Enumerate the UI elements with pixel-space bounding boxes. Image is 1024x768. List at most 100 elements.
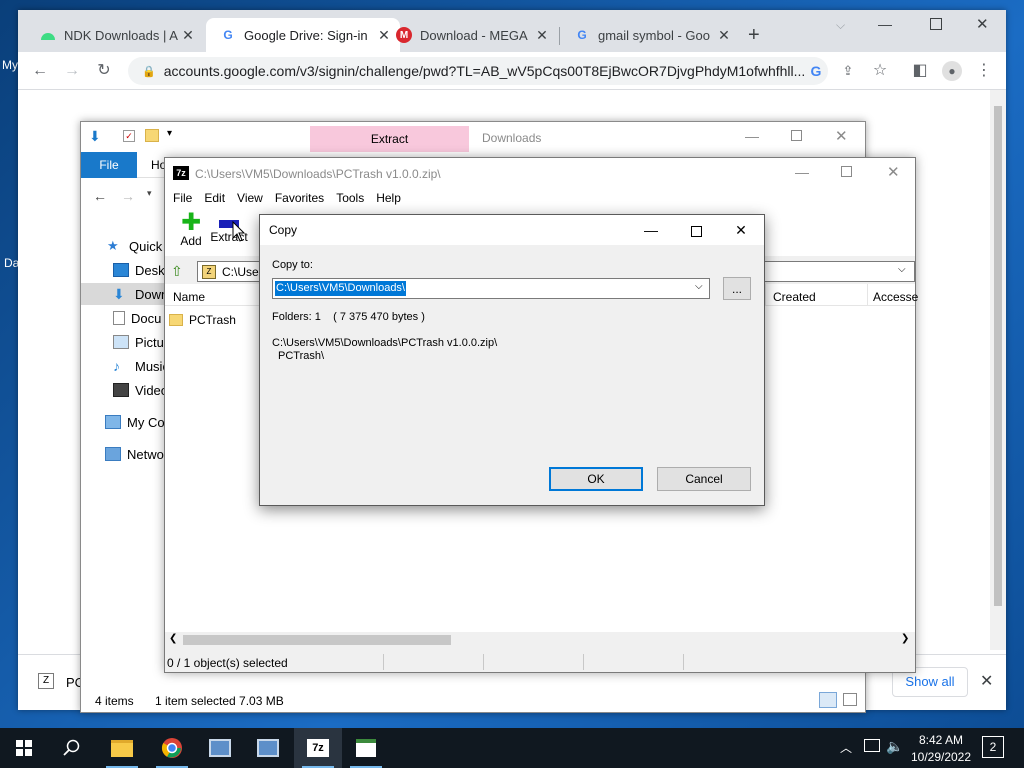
volume-icon[interactable]: 🔈 bbox=[886, 738, 903, 755]
7zip-status-bar: 0 / 1 object(s) selected bbox=[165, 652, 915, 672]
cancel-button[interactable]: Cancel bbox=[657, 467, 751, 491]
desktop-icon-label[interactable]: My bbox=[2, 58, 18, 72]
horizontal-scrollbar[interactable]: ❮ ❯ bbox=[165, 632, 915, 648]
menu-file[interactable]: File bbox=[165, 188, 198, 208]
menu-favorites[interactable]: Favorites bbox=[269, 188, 330, 208]
chevron-down-icon[interactable]: ⌵ bbox=[898, 264, 906, 275]
maximize-icon[interactable] bbox=[841, 166, 852, 177]
column-name[interactable]: Name bbox=[173, 290, 205, 304]
menu-help[interactable]: Help bbox=[370, 188, 407, 208]
google-lens-icon[interactable]: G bbox=[806, 61, 826, 81]
folder-icon[interactable] bbox=[145, 129, 159, 142]
minimize-icon[interactable]: — bbox=[628, 215, 674, 245]
taskbar-7zip[interactable]: 7z bbox=[294, 728, 342, 768]
back-icon[interactable]: ← bbox=[30, 61, 50, 81]
quick-access-dropdown-icon[interactable]: ▾ bbox=[167, 128, 172, 139]
page-scrollbar-thumb[interactable] bbox=[994, 106, 1002, 606]
menu-tools[interactable]: Tools bbox=[330, 188, 370, 208]
tab-strip: NDK Downloads | A ✕ G Google Drive: Sign… bbox=[18, 10, 1006, 52]
maximize-icon[interactable] bbox=[673, 215, 719, 245]
close-icon[interactable]: ✕ bbox=[718, 215, 764, 245]
close-window-icon[interactable]: ✕ bbox=[976, 15, 989, 33]
maximize-icon[interactable] bbox=[930, 18, 942, 30]
column-created[interactable]: Created bbox=[773, 290, 816, 304]
back-icon[interactable]: ← bbox=[93, 188, 107, 204]
menu-kebab-icon[interactable]: ⋮ bbox=[974, 61, 994, 81]
scroll-right-icon[interactable]: ❯ bbox=[901, 633, 909, 644]
close-tab-icon[interactable]: ✕ bbox=[180, 27, 196, 44]
nav-pictures[interactable]: Pictur bbox=[113, 331, 168, 353]
forward-icon[interactable]: → bbox=[62, 61, 82, 81]
nav-desktop[interactable]: Deskt bbox=[113, 259, 168, 281]
search-button[interactable] bbox=[48, 728, 96, 768]
new-tab-button[interactable]: + bbox=[748, 24, 760, 47]
menu-edit[interactable]: Edit bbox=[198, 188, 231, 208]
add-button[interactable]: ✚ Add bbox=[171, 209, 211, 254]
taskbar-network-app-2[interactable] bbox=[244, 728, 292, 768]
menu-view[interactable]: View bbox=[231, 188, 269, 208]
folder-icon bbox=[169, 314, 183, 326]
details-view-icon[interactable] bbox=[819, 692, 837, 708]
up-folder-icon[interactable]: ⇧ bbox=[171, 263, 183, 280]
close-tab-icon[interactable]: ✕ bbox=[534, 27, 550, 44]
minimize-icon[interactable]: — bbox=[878, 16, 892, 32]
tab-search-icon[interactable]: ⌵ bbox=[836, 18, 845, 33]
nav-network[interactable]: Networ bbox=[105, 443, 168, 465]
copy-to-path[interactable]: C:\Users\VM5\Downloads\ bbox=[275, 281, 406, 296]
notification-center-icon[interactable]: 2 bbox=[982, 736, 1004, 758]
taskbar-network-app-1[interactable] bbox=[196, 728, 244, 768]
network-icon bbox=[105, 447, 121, 461]
selection-info: 1 item selected 7.03 MB bbox=[155, 694, 284, 708]
address-bar[interactable]: 🔒 accounts.google.com/v3/signin/challeng… bbox=[128, 57, 828, 85]
tab-extract[interactable]: Extract bbox=[310, 126, 469, 152]
nav-my-computer[interactable]: My Co bbox=[105, 411, 165, 433]
close-icon[interactable]: ✕ bbox=[887, 163, 900, 181]
nav-documents[interactable]: Docu bbox=[113, 307, 161, 329]
ok-button[interactable]: OK bbox=[549, 467, 643, 491]
7zip-title: C:\Users\VM5\Downloads\PCTrash v1.0.0.zi… bbox=[195, 167, 441, 181]
large-icons-view-icon[interactable] bbox=[843, 693, 857, 706]
copy-to-combobox[interactable]: C:\Users\VM5\Downloads\ ⌵ bbox=[272, 278, 710, 299]
start-button[interactable] bbox=[0, 728, 48, 768]
tab-mega[interactable]: M Download - MEGA ✕ bbox=[382, 18, 558, 52]
nav-videos[interactable]: Video bbox=[113, 379, 168, 401]
share-icon[interactable]: ⇪ bbox=[838, 61, 858, 81]
taskbar-file-explorer[interactable] bbox=[98, 728, 146, 768]
scroll-left-icon[interactable]: ❮ bbox=[169, 633, 177, 644]
file-tab[interactable]: File bbox=[81, 152, 137, 178]
tab-google-drive-sign-in[interactable]: G Google Drive: Sign-in ✕ bbox=[206, 18, 400, 52]
plus-icon: ✚ bbox=[180, 209, 202, 236]
network-status-icon[interactable] bbox=[864, 739, 880, 752]
recent-dropdown-icon[interactable]: ▾ bbox=[147, 188, 152, 199]
chevron-up-icon[interactable]: ︿ bbox=[840, 739, 852, 756]
bookmark-star-icon[interactable]: ☆ bbox=[870, 61, 890, 81]
properties-icon[interactable]: ✓ bbox=[123, 130, 135, 142]
column-accessed[interactable]: Accesse bbox=[873, 290, 918, 304]
taskbar-app-window[interactable] bbox=[342, 728, 390, 768]
close-download-bar-icon[interactable]: ✕ bbox=[980, 671, 993, 691]
minimize-icon[interactable]: — bbox=[745, 128, 759, 144]
clock[interactable]: 8:42 AM 10/29/2022 bbox=[910, 731, 972, 765]
browse-button[interactable]: ... bbox=[723, 277, 751, 300]
nav-music[interactable]: ♪ Music bbox=[113, 355, 169, 377]
tab-gmail-symbol[interactable]: G gmail symbol - Goo ✕ bbox=[560, 18, 740, 52]
table-row[interactable]: PCTrash bbox=[169, 310, 236, 330]
reload-icon[interactable]: ↻ bbox=[94, 61, 114, 81]
dialog-title: Copy bbox=[269, 223, 298, 237]
taskbar-chrome[interactable] bbox=[148, 728, 196, 768]
nav-downloads[interactable]: ⬇ Down bbox=[81, 283, 171, 305]
forward-icon[interactable]: → bbox=[121, 188, 135, 204]
computer-icon bbox=[105, 415, 121, 429]
close-tab-icon[interactable]: ✕ bbox=[716, 27, 732, 44]
side-panel-icon[interactable]: ◧ bbox=[910, 61, 930, 81]
explorer-status-bar: 4 items 1 item selected 7.03 MB bbox=[81, 688, 865, 712]
minimize-icon[interactable]: — bbox=[795, 164, 809, 180]
tab-ndk-downloads[interactable]: NDK Downloads | A ✕ bbox=[26, 18, 204, 52]
chevron-down-icon[interactable]: ⌵ bbox=[695, 281, 703, 292]
maximize-icon[interactable] bbox=[791, 130, 802, 141]
scrollbar-thumb[interactable] bbox=[183, 635, 451, 645]
download-arrow-icon: ⬇ bbox=[113, 286, 125, 302]
close-icon[interactable]: ✕ bbox=[835, 127, 848, 145]
7zip-title-bar: 7z C:\Users\VM5\Downloads\PCTrash v1.0.0… bbox=[165, 158, 915, 188]
profile-avatar-icon[interactable]: ● bbox=[942, 61, 962, 81]
